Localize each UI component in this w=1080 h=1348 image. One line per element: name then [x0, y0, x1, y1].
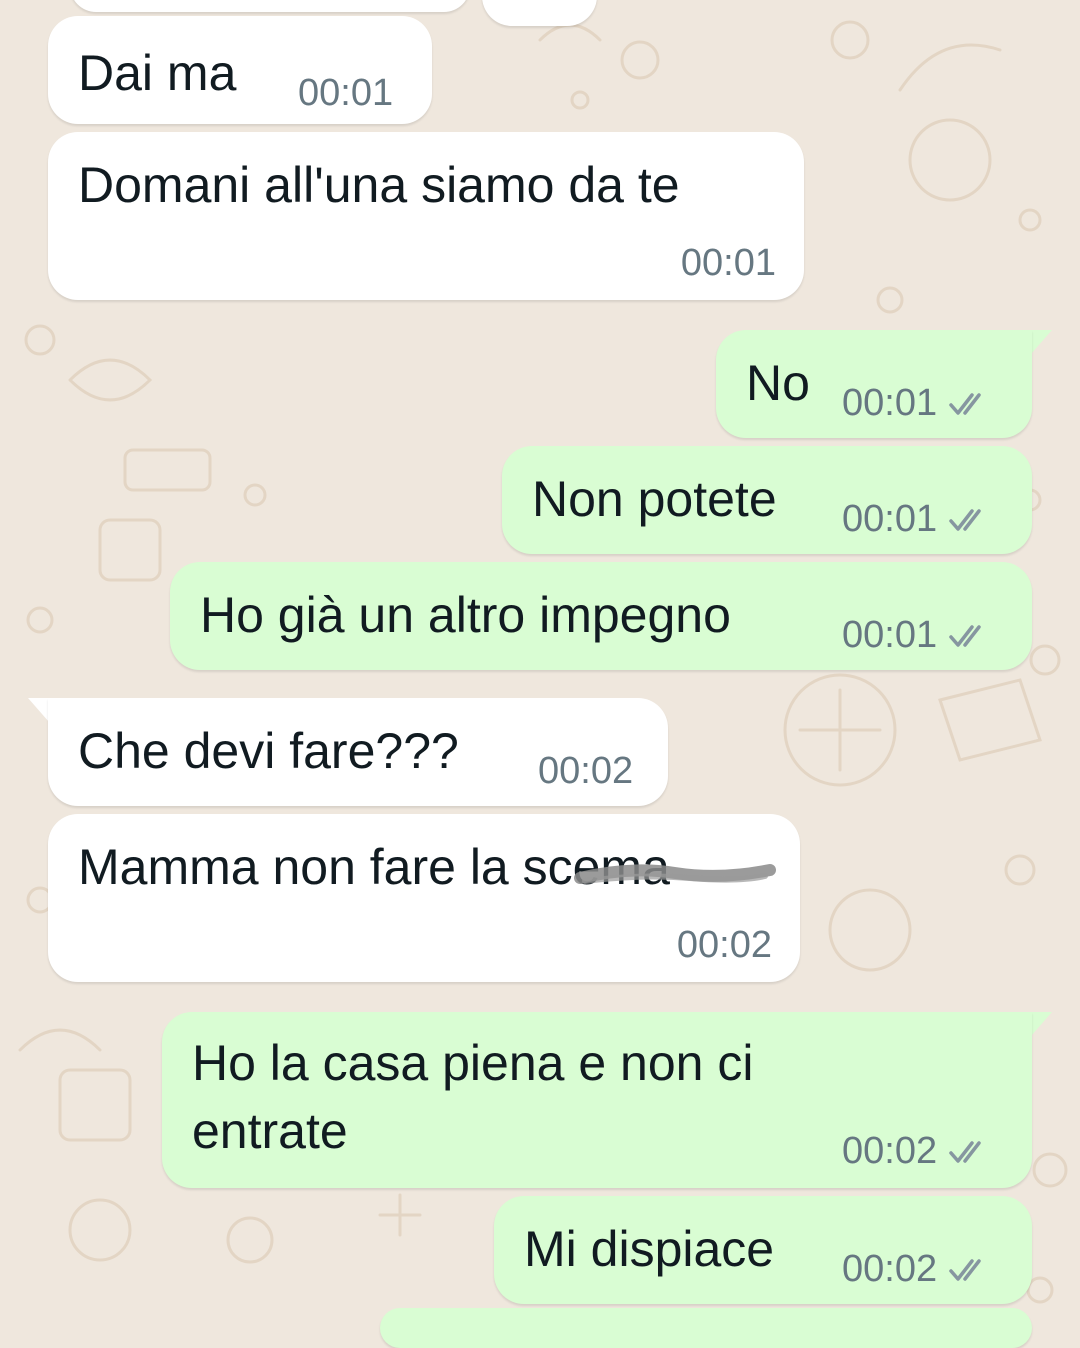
- double-check-icon: [949, 624, 981, 647]
- message-time: 00:01: [842, 614, 938, 656]
- message-time: 00:01: [680, 242, 776, 284]
- message-bubble-outgoing[interactable]: Ho la casa piena e non ci entrate 00:02: [162, 1012, 1032, 1188]
- message-meta: 00:02: [842, 1248, 991, 1291]
- message-meta: 00:01: [842, 498, 991, 541]
- message-bubble-incoming[interactable]: Domani all'una siamo da te 00:01: [48, 132, 804, 300]
- message-text-line: Ho la casa piena e non ci: [192, 1035, 754, 1091]
- double-check-icon: [949, 1258, 981, 1281]
- message-text: Ho già un altro impegno: [200, 587, 731, 643]
- previous-message-edge: [70, 0, 470, 12]
- message-bubble-outgoing[interactable]: Non potete 00:01: [502, 446, 1032, 554]
- message-time: 00:01: [842, 382, 938, 424]
- message-meta: 00:01: [842, 614, 991, 657]
- double-check-icon: [949, 508, 981, 531]
- redaction-scribble: [574, 864, 776, 884]
- message-text: Non potete: [532, 471, 777, 527]
- message-bubble-outgoing[interactable]: Ho già un altro impegno 00:01: [170, 562, 1032, 670]
- previous-message-edge: [482, 0, 597, 26]
- message-meta: 00:01: [842, 382, 991, 425]
- message-bubble-incoming[interactable]: Che devi fare??? 00:02: [48, 698, 668, 806]
- message-time: 00:01: [298, 72, 394, 114]
- message-text-line: entrate: [192, 1103, 348, 1159]
- message-meta: 00:02: [842, 1130, 991, 1173]
- message-time: 00:01: [842, 498, 938, 540]
- double-check-icon: [949, 1140, 981, 1163]
- next-message-edge: [380, 1308, 1032, 1348]
- message-bubble-incoming[interactable]: Mamma non fare la scema 00:02: [48, 814, 800, 982]
- message-time: 00:02: [842, 1130, 938, 1172]
- message-text: Che devi fare???: [78, 723, 459, 779]
- message-time: 00:02: [842, 1248, 938, 1290]
- message-text: Mi dispiace: [524, 1221, 775, 1277]
- message-text: Dai ma: [78, 45, 237, 101]
- double-check-icon: [949, 392, 981, 415]
- conversation: Dai ma 00:01 Domani all'una siamo da te …: [0, 0, 1080, 1348]
- message-bubble-outgoing[interactable]: Mi dispiace 00:02: [494, 1196, 1032, 1304]
- message-text: Domani all'una siamo da te: [78, 157, 680, 213]
- message-bubble-outgoing[interactable]: No 00:01: [716, 330, 1032, 438]
- message-time: 00:02: [538, 750, 634, 792]
- message-time: 00:02: [676, 924, 772, 966]
- message-bubble-incoming[interactable]: Dai ma 00:01: [48, 16, 432, 124]
- message-text: No: [746, 355, 810, 411]
